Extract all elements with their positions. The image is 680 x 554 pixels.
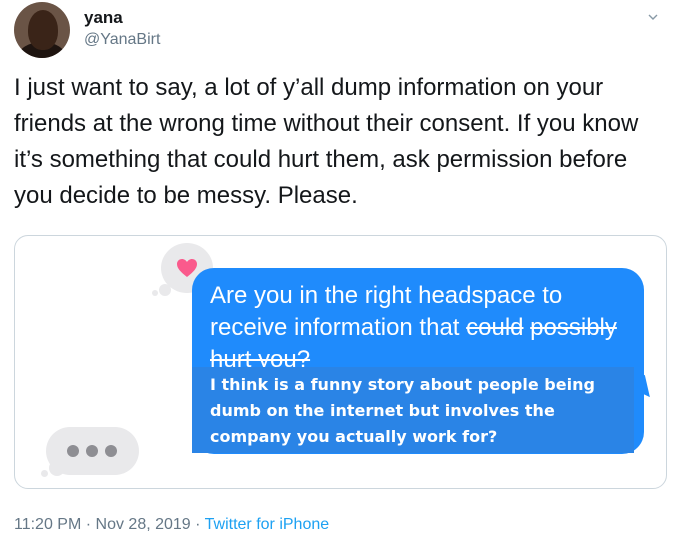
typing-dot [86,445,98,457]
typing-dot [105,445,117,457]
avatar[interactable] [14,2,70,58]
meta-separator: · [190,516,205,533]
typing-dot [67,445,79,457]
tweet-text: I just want to say, a lot of y’all dump … [14,74,639,209]
author-name[interactable]: yana [84,8,123,28]
avatar-face [28,10,58,50]
tweet-image[interactable]: Are you in the right headspace to receiv… [14,235,667,489]
heart-bubble-tail-small [152,290,158,296]
typing-bubble-tail-small [41,470,48,477]
message-overlay-text: I think is a funny story about people be… [210,375,595,446]
tweet-date[interactable]: Nov 28, 2019 [96,516,191,533]
author-handle[interactable]: @YanaBirt [84,31,160,49]
tweet-source-link[interactable]: Twitter for iPhone [205,516,330,533]
chevron-down-icon[interactable] [648,12,658,22]
message-struck-word: could [466,314,524,341]
tweet-meta: 11:20 PM · Nov 28, 2019 · Twitter for iP… [14,516,329,534]
message-text: Are you in the right headspace to receiv… [210,280,630,376]
meta-separator: · [81,516,96,533]
tweet-time[interactable]: 11:20 PM [14,516,81,533]
